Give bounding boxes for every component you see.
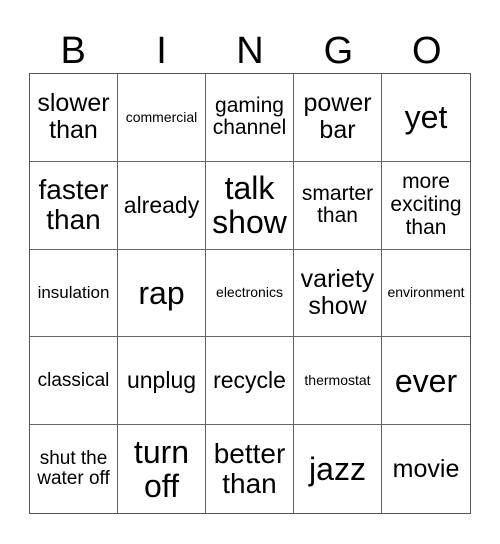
bingo-cell[interactable]: recycle xyxy=(206,337,294,426)
header-letter-b: B xyxy=(60,30,86,72)
bingo-cell[interactable]: rap xyxy=(118,249,206,338)
bingo-cell[interactable]: ever xyxy=(382,337,470,426)
bingo-cell[interactable]: more exciting than xyxy=(382,162,470,250)
bingo-cell[interactable]: environment xyxy=(382,250,470,338)
bingo-cell[interactable]: shut the water off xyxy=(30,425,118,513)
bingo-cell[interactable]: yet xyxy=(382,74,470,162)
bingo-cell[interactable]: slower than xyxy=(30,74,118,162)
bingo-cell[interactable]: commercial xyxy=(118,74,206,162)
bingo-cell[interactable]: thermostat xyxy=(294,337,382,426)
bingo-cell[interactable]: already xyxy=(118,161,206,250)
bingo-cell[interactable]: unplug xyxy=(118,337,206,426)
bingo-cell[interactable]: talk show xyxy=(206,161,294,250)
bingo-cell[interactable]: gaming channel xyxy=(206,74,294,162)
bingo-cell[interactable]: faster than xyxy=(30,161,118,250)
bingo-cell[interactable]: jazz xyxy=(294,425,382,513)
bingo-grid: slower than commercial gaming channel po… xyxy=(29,73,471,514)
bingo-cell[interactable]: power bar xyxy=(294,74,382,162)
bingo-cell[interactable]: classical xyxy=(30,337,118,426)
bingo-cell[interactable]: insulation xyxy=(30,249,118,338)
bingo-cell[interactable]: electronics xyxy=(206,249,294,338)
bingo-header: B I N G O xyxy=(29,30,471,73)
header-letter-n: N xyxy=(236,30,264,72)
header-letter-o: O xyxy=(411,30,442,72)
bingo-cell[interactable]: better than xyxy=(206,425,294,513)
header-letter-g: G xyxy=(323,30,354,72)
bingo-cell[interactable]: turn off xyxy=(118,425,206,513)
header-letter-i: I xyxy=(156,30,167,72)
bingo-cell[interactable]: smarter than xyxy=(294,161,382,250)
bingo-cell[interactable]: movie xyxy=(382,425,470,513)
bingo-cell[interactable]: variety show xyxy=(294,249,382,338)
